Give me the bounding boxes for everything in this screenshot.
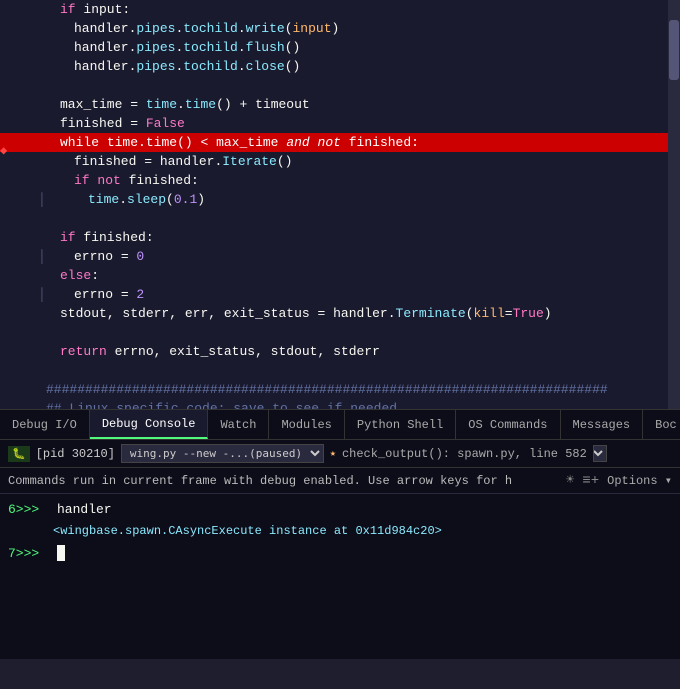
- console-content[interactable]: 6>>> handler <wingbase.spawn.CAsyncExecute…: [0, 494, 680, 659]
- location-info: check_output(): spawn.py, line 582: [342, 447, 587, 461]
- editor-area: if input: handler.pipes.tochild.write(inp…: [0, 0, 680, 410]
- line-code: finished = handler.Iterate(): [46, 154, 680, 169]
- code-line: handler.pipes.tochild.close(): [0, 57, 680, 76]
- line-code: ########################################…: [46, 382, 680, 397]
- tab-debug-console[interactable]: Debug Console: [90, 410, 209, 439]
- console-prompt: 6>>>: [8, 502, 53, 517]
- location-select[interactable]: [593, 445, 607, 462]
- line-code: time.sleep(0.1): [46, 192, 680, 207]
- scrollbar-thumb[interactable]: [669, 20, 679, 80]
- code-line: finished = False: [0, 114, 680, 133]
- console-input-text: handler: [57, 502, 112, 517]
- console-line: 6>>> handler: [8, 498, 672, 520]
- console-prompt: 7>>>: [8, 546, 53, 561]
- tab-modules[interactable]: Modules: [269, 410, 344, 439]
- dot-active: ★: [330, 448, 336, 460]
- process-select[interactable]: wing.py --new -...(paused): [121, 444, 324, 463]
- console-toolbar: Commands run in current frame with debug…: [0, 468, 680, 494]
- code-line: stdout, stderr, err, exit_status = handl…: [0, 304, 680, 323]
- line-code: if finished:: [46, 230, 680, 245]
- pid-label: [pid 30210]: [36, 447, 115, 461]
- code-line: │ time.sleep(0.1): [0, 190, 680, 209]
- code-line: ## Linux specific code; save to see if n…: [0, 399, 680, 409]
- code-line: if not finished:: [0, 171, 680, 190]
- tab-boc[interactable]: Boc: [643, 410, 680, 439]
- line-code: ## Linux specific code; save to see if n…: [46, 401, 680, 409]
- code-line: finished = handler.Iterate(): [0, 152, 680, 171]
- code-line: [0, 323, 680, 342]
- line-code: return errno, exit_status, stdout, stder…: [46, 344, 680, 359]
- tab-bar: Debug I/ODebug ConsoleWatchModulesPython…: [0, 410, 680, 440]
- indent-pipe: │: [38, 287, 46, 302]
- bottom-panel: Debug I/ODebug ConsoleWatchModulesPython…: [0, 410, 680, 659]
- line-code: errno = 2: [46, 287, 680, 302]
- line-code: while time.time() < max_time and not fin…: [46, 135, 680, 150]
- tab-watch[interactable]: Watch: [208, 410, 269, 439]
- console-cursor[interactable]: [57, 545, 65, 561]
- code-line: else:: [0, 266, 680, 285]
- process-bar: 🐛 [pid 30210] wing.py --new -...(paused)…: [0, 440, 680, 468]
- scrollbar-track[interactable]: [668, 0, 680, 409]
- code-scroll[interactable]: if input: handler.pipes.tochild.write(inp…: [0, 0, 680, 409]
- console-line: 7>>>: [8, 542, 672, 564]
- indent-pipe: │: [38, 192, 46, 207]
- code-line: [0, 361, 680, 380]
- line-code: errno = 0: [46, 249, 680, 264]
- console-line: <wingbase.spawn.CAsyncExecute instance a…: [8, 520, 672, 542]
- code-line: │ errno = 0: [0, 247, 680, 266]
- line-code: handler.pipes.tochild.flush(): [46, 40, 680, 55]
- line-code: if not finished:: [46, 173, 680, 188]
- sun-icon[interactable]: ☀: [566, 472, 574, 489]
- process-icon: 🐛: [8, 446, 30, 462]
- line-code: if input:: [46, 2, 680, 17]
- code-line: max_time = time.time() + timeout: [0, 95, 680, 114]
- indent-pipe: │: [38, 249, 46, 264]
- line-code: handler.pipes.tochild.write(input): [46, 21, 680, 36]
- code-line: ◆while time.time() < max_time and not fi…: [0, 133, 680, 152]
- options-arrow-icon: ▾: [665, 474, 672, 488]
- expand-icon[interactable]: ≡+: [582, 473, 599, 489]
- options-button[interactable]: Options ▾: [607, 473, 672, 488]
- options-label: Options: [607, 474, 657, 488]
- code-line: if input:: [0, 0, 680, 19]
- toolbar-description: Commands run in current frame with debug…: [8, 474, 558, 488]
- tab-messages[interactable]: Messages: [561, 410, 644, 439]
- line-code: finished = False: [46, 116, 680, 131]
- code-line: handler.pipes.tochild.write(input): [0, 19, 680, 38]
- line-code: else:: [46, 268, 680, 283]
- code-line: return errno, exit_status, stdout, stder…: [0, 342, 680, 361]
- code-line: │ errno = 2: [0, 285, 680, 304]
- code-line: handler.pipes.tochild.flush(): [0, 38, 680, 57]
- line-code: max_time = time.time() + timeout: [46, 97, 680, 112]
- tab-python-shell[interactable]: Python Shell: [345, 410, 456, 439]
- console-output-text: <wingbase.spawn.CAsyncExecute instance a…: [8, 524, 442, 538]
- code-line: [0, 209, 680, 228]
- code-line: ########################################…: [0, 380, 680, 399]
- code-line: if finished:: [0, 228, 680, 247]
- line-code: handler.pipes.tochild.close(): [46, 59, 680, 74]
- tab-os-commands[interactable]: OS Commands: [456, 410, 560, 439]
- line-code: stdout, stderr, err, exit_status = handl…: [46, 306, 680, 321]
- code-line: [0, 76, 680, 95]
- tab-debug-i/o[interactable]: Debug I/O: [0, 410, 90, 439]
- horizontal-scrollbar[interactable]: [0, 409, 680, 410]
